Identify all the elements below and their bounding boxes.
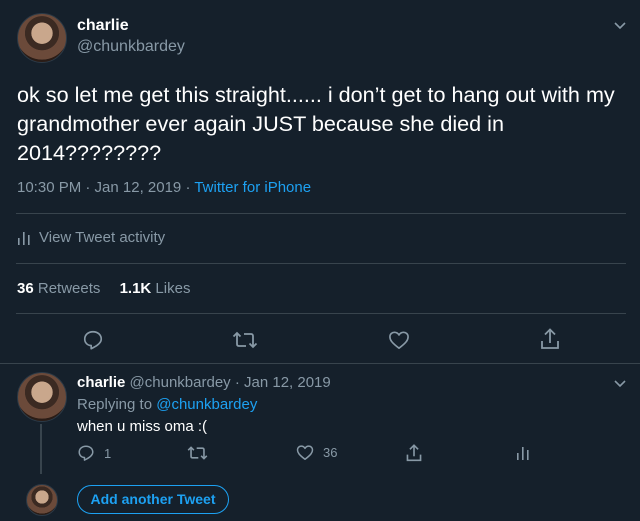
share-icon[interactable] bbox=[537, 326, 563, 352]
replying-to-handle[interactable]: @chunkbardey bbox=[156, 396, 257, 413]
activity-icon bbox=[17, 230, 31, 246]
reply-tweet-meta[interactable]: @chunkbardey · Jan 12, 2019 bbox=[130, 374, 331, 391]
reply-count: 1 bbox=[104, 445, 112, 461]
view-tweet-activity-button[interactable]: View Tweet activity bbox=[17, 229, 165, 246]
like-count: 36 bbox=[323, 445, 338, 460]
tweet-timestamp: 10:30 PM · Jan 12, 2019 · Twitter for iP… bbox=[17, 179, 311, 196]
likes-link[interactable]: 1.1K Likes bbox=[120, 280, 191, 297]
chevron-down-icon[interactable] bbox=[610, 375, 630, 391]
tweet-counts: 36 Retweets 1.1K Likes bbox=[17, 280, 190, 297]
reply-tweet-display-name[interactable]: charlie bbox=[77, 374, 125, 391]
composer-avatar bbox=[26, 484, 58, 516]
retweets-count: 36 bbox=[17, 280, 34, 297]
retweets-link[interactable]: 36 Retweets bbox=[17, 280, 105, 297]
divider bbox=[16, 213, 626, 214]
reply-like-button[interactable]: 36 bbox=[296, 444, 337, 461]
retweet-icon[interactable] bbox=[231, 328, 259, 352]
thread-line bbox=[40, 424, 42, 474]
retweets-label: Retweets bbox=[37, 280, 101, 297]
add-another-tweet-button[interactable]: Add another Tweet bbox=[77, 485, 229, 514]
likes-count: 1.1K bbox=[119, 280, 152, 297]
divider bbox=[16, 313, 626, 314]
main-tweet-avatar[interactable] bbox=[17, 13, 67, 63]
main-tweet-text: ok so let me get this straight...... i d… bbox=[17, 82, 615, 165]
reply-tweet-text: when u miss oma :( bbox=[77, 418, 208, 435]
chevron-down-icon[interactable] bbox=[610, 17, 630, 33]
reply-tweet-header: charlie @chunkbardey · Jan 12, 2019 bbox=[77, 374, 331, 391]
retweet-icon[interactable] bbox=[186, 444, 208, 462]
share-icon[interactable] bbox=[404, 443, 424, 463]
replying-to: Replying to @chunkbardey bbox=[77, 396, 257, 413]
reply-icon bbox=[77, 444, 95, 462]
main-tweet-display-name[interactable]: charlie bbox=[77, 17, 129, 35]
tweet-source-link[interactable]: Twitter for iPhone bbox=[194, 179, 311, 196]
reply-icon[interactable] bbox=[81, 328, 105, 352]
like-icon bbox=[296, 444, 314, 461]
view-tweet-activity-label: View Tweet activity bbox=[39, 229, 166, 246]
reply-tweet-avatar[interactable] bbox=[17, 372, 67, 422]
tweet-time[interactable]: 10:30 PM · Jan 12, 2019 · bbox=[17, 179, 194, 196]
divider bbox=[16, 263, 626, 264]
reply-reply-button[interactable]: 1 bbox=[77, 444, 111, 462]
like-icon[interactable] bbox=[386, 328, 412, 352]
activity-icon[interactable] bbox=[514, 444, 532, 462]
divider bbox=[0, 363, 640, 364]
main-tweet-handle[interactable]: @chunkbardey bbox=[77, 38, 185, 56]
likes-label: Likes bbox=[155, 280, 191, 297]
replying-to-prefix: Replying to bbox=[77, 396, 157, 413]
